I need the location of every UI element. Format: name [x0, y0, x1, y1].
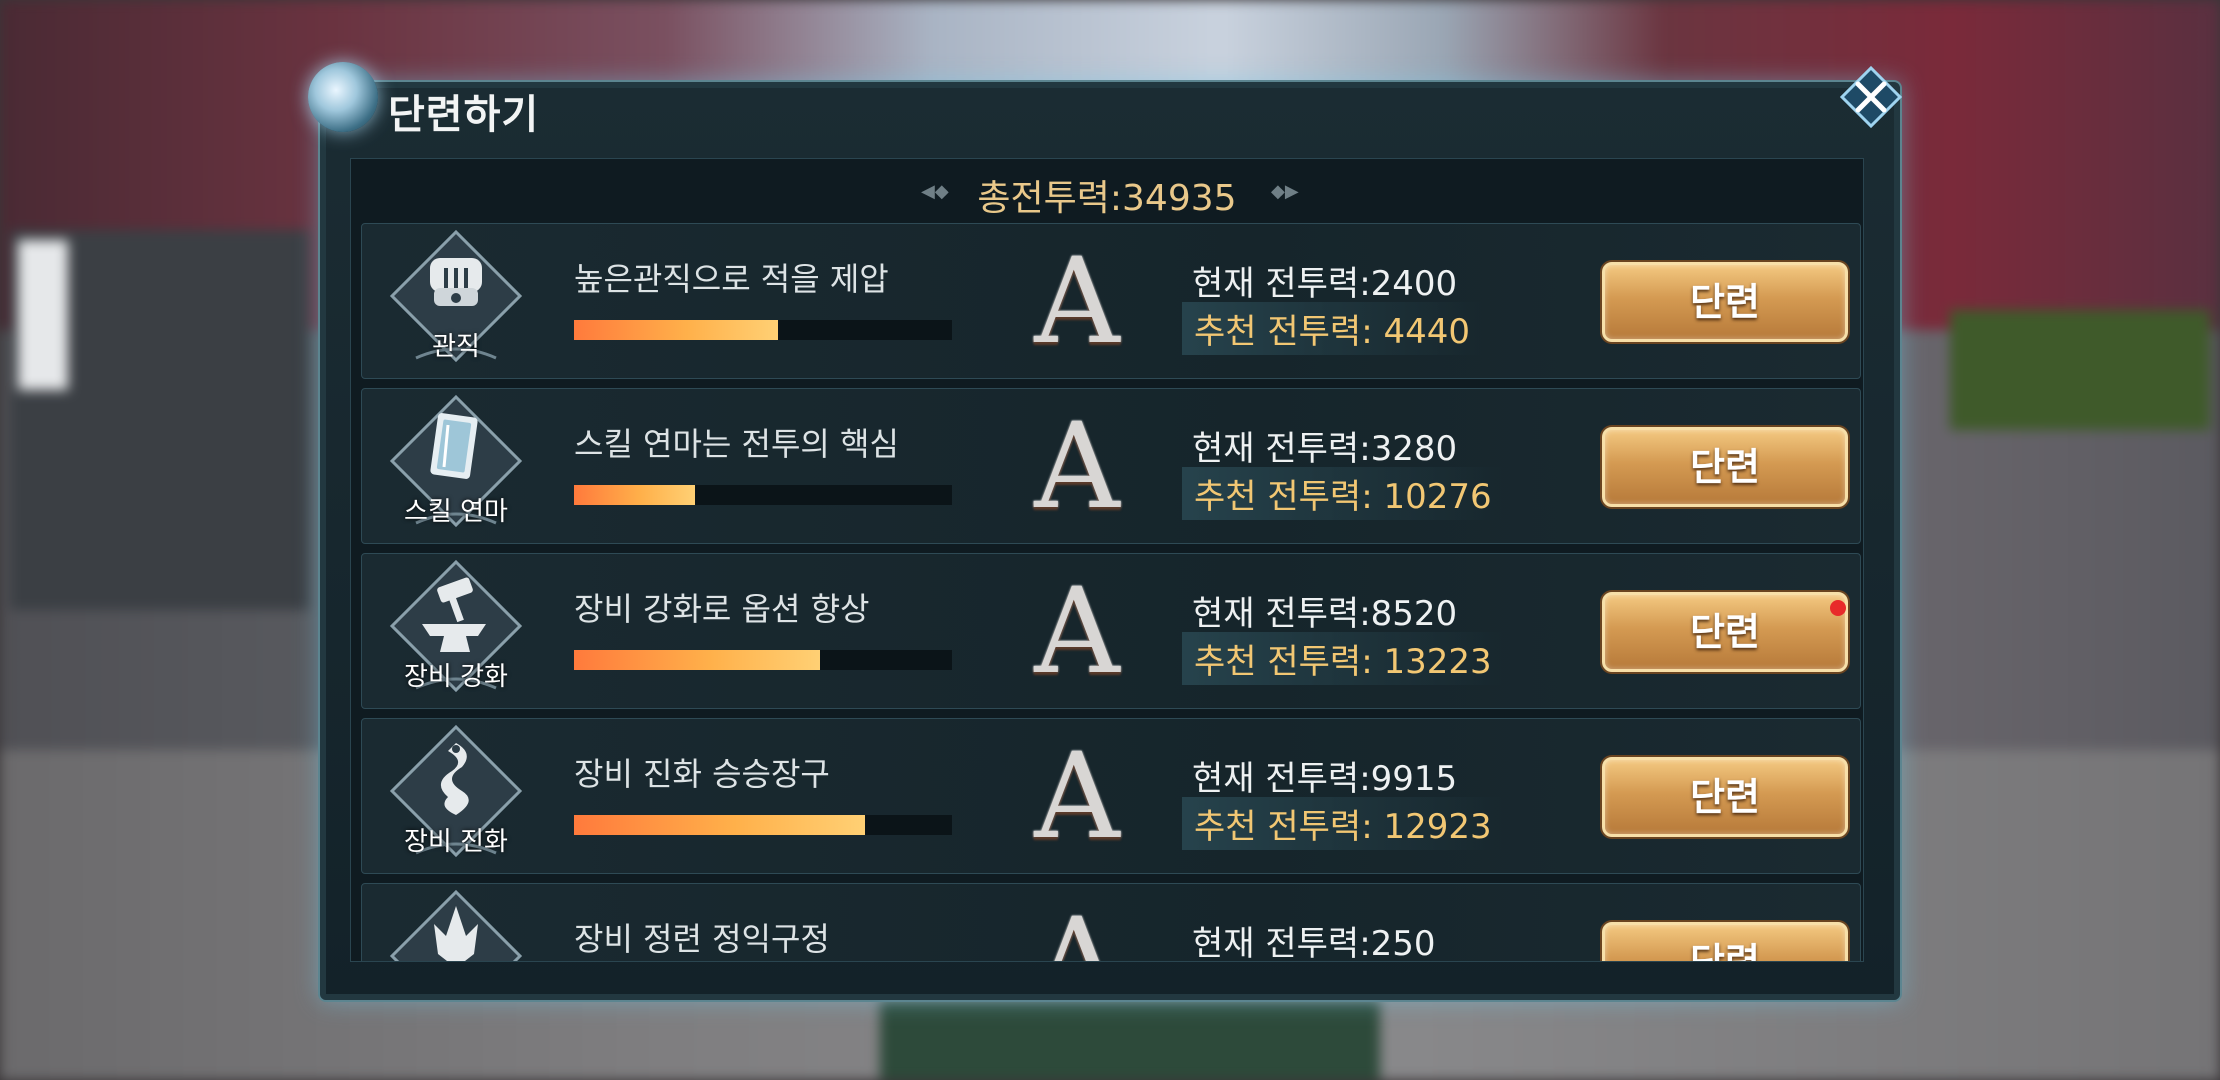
icon-label: 관직: [432, 332, 480, 362]
progress-fill: [574, 320, 779, 340]
train-button[interactable]: 단련: [1602, 427, 1848, 507]
training-row-evolve: 장비 진화 장비 진화 승승장구 A 현재 전투력:9915 추천 전투력: 1…: [361, 718, 1861, 874]
progress-bar: [574, 320, 952, 340]
train-button[interactable]: 단련: [1602, 262, 1848, 342]
grade-letter: A: [1034, 562, 1120, 700]
quest-title: 장비 진화 승승장구: [574, 755, 830, 793]
quest-title: 장비 강화로 옵션 향상: [574, 590, 870, 628]
grade-letter: A: [1034, 397, 1120, 535]
training-list: ◀◆ 총전투력:34935 ◆▶ 관직 높은관직으로 적을 제압 A 현재 전투…: [350, 158, 1864, 962]
dialog-title: 단련하기: [388, 92, 540, 138]
train-button[interactable]: 단련: [1602, 592, 1848, 672]
right-ornament-icon: ◆▶: [1271, 181, 1299, 202]
skill-book-icon: 스킬 연마: [382, 393, 530, 539]
serpent-icon: 장비 진화: [382, 723, 530, 869]
current-power: 현재 전투력:250: [1192, 924, 1436, 962]
anvil-hammer-icon: 장비 강화: [382, 558, 530, 704]
quest-title: 장비 정련 정익구정: [574, 920, 830, 958]
recommended-power: 추천 전투력: 10276: [1182, 467, 1504, 520]
close-icon: [1839, 65, 1903, 129]
recommended-power: 추천 전투력: 12923: [1182, 797, 1504, 850]
notification-dot: [1830, 600, 1846, 616]
progress-fill: [574, 815, 866, 835]
close-button[interactable]: [1839, 65, 1903, 129]
icon-label: 장비 진화: [404, 827, 508, 857]
crown-helmet-icon: 관직: [382, 228, 530, 374]
current-power: 현재 전투력:8520: [1192, 594, 1458, 634]
progress-bar: [574, 815, 952, 835]
training-row-enhance: 장비 강화 장비 강화로 옵션 향상 A 현재 전투력:8520 추천 전투력:…: [361, 553, 1861, 709]
progress-bar: [574, 485, 952, 505]
train-button[interactable]: 단련: [1602, 922, 1848, 961]
current-power: 현재 전투력:9915: [1192, 759, 1458, 799]
recommended-power: 추천 전투력: 4440: [1182, 302, 1482, 355]
total-power: 총전투력:34935: [977, 178, 1237, 219]
train-button[interactable]: 단련: [1602, 757, 1848, 837]
training-row-skill: 스킬 연마 스킬 연마는 전투의 핵심 A 현재 전투력:3280 추천 전투력…: [361, 388, 1861, 544]
current-power: 현재 전투력:3280: [1192, 429, 1458, 469]
quest-title: 스킬 연마는 전투의 핵심: [574, 425, 899, 463]
total-power-header: ◀◆ 총전투력:34935 ◆▶: [351, 159, 1863, 221]
grade-letter: A: [1034, 232, 1120, 370]
grade-letter: A: [1034, 892, 1120, 962]
quest-title: 높은관직으로 적을 제압: [574, 260, 889, 298]
icon-label: 스킬 연마: [404, 497, 508, 527]
title-orb-icon: [308, 62, 378, 132]
progress-fill: [574, 650, 820, 670]
trident-crest-icon: [382, 888, 530, 961]
grade-letter: A: [1034, 727, 1120, 865]
left-ornament-icon: ◀◆: [921, 181, 949, 202]
training-row-office: 관직 높은관직으로 적을 제압 A 현재 전투력:2400 추천 전투력: 44…: [361, 223, 1861, 379]
progress-bar: [574, 650, 952, 670]
icon-label: 장비 강화: [404, 662, 508, 692]
training-row-refine: 장비 정련 정익구정 A 현재 전투력:250 단련: [361, 883, 1861, 962]
progress-fill: [574, 485, 695, 505]
recommended-power: 추천 전투력: 13223: [1182, 632, 1504, 685]
current-power: 현재 전투력:2400: [1192, 264, 1458, 304]
